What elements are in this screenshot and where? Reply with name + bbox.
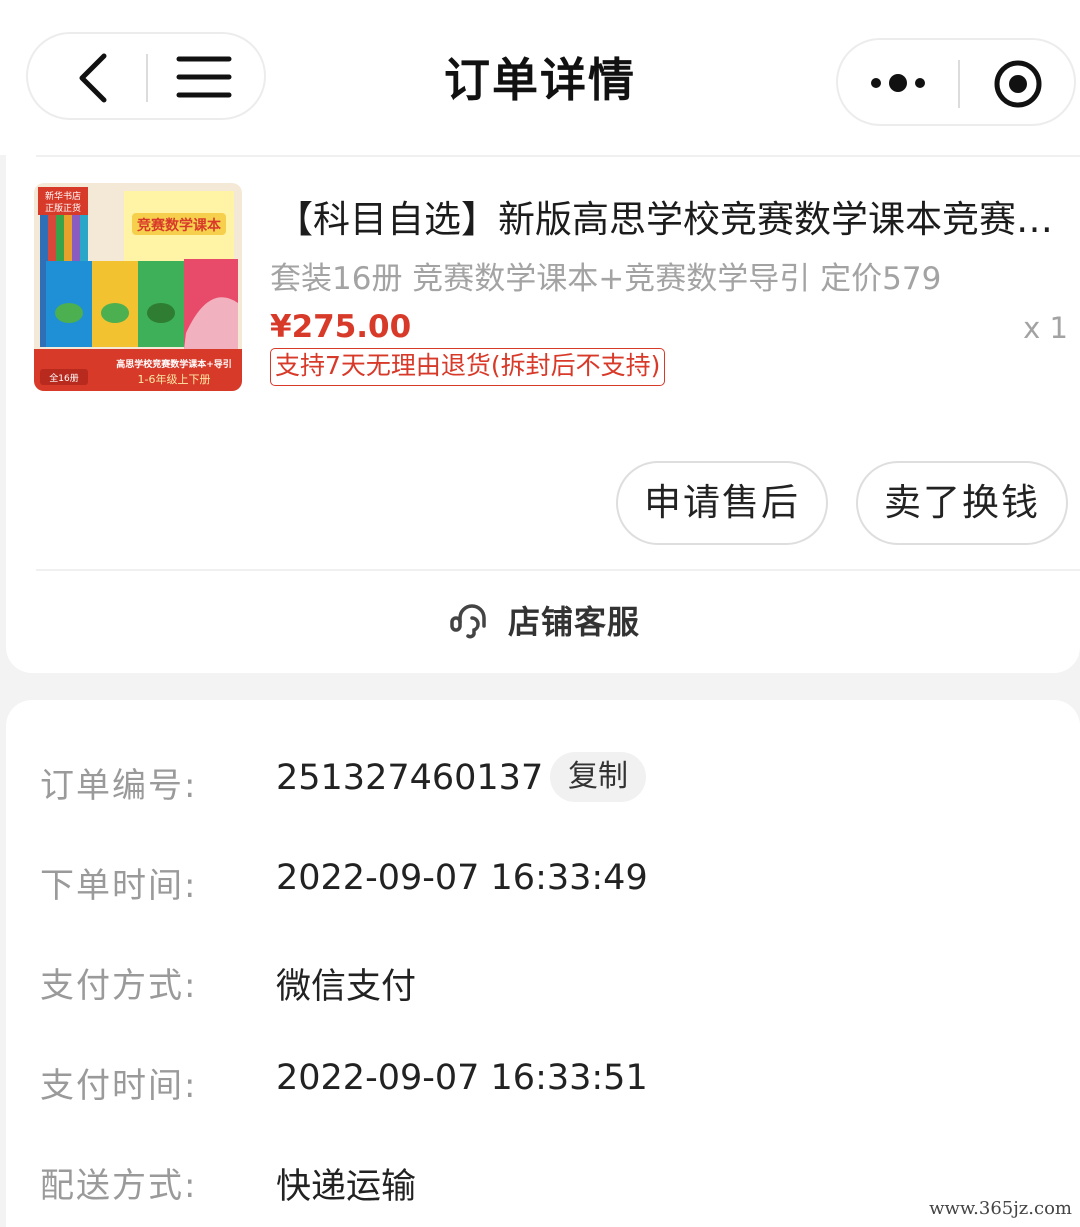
store-service-button[interactable]: 店铺客服: [6, 585, 1080, 655]
count-badge: 全16册: [49, 372, 78, 384]
sell-for-cash-button[interactable]: 卖了换钱: [856, 461, 1068, 545]
copy-button[interactable]: 复制: [550, 752, 646, 802]
capsule-divider: [958, 60, 960, 108]
header-divider: [36, 155, 1080, 157]
order-info-card: 订单编号: 251327460137 复制 下单时间: 2022-09-07 1…: [6, 700, 1080, 1227]
pay-method-label: 支付方式:: [40, 966, 198, 1006]
order-time-label: 下单时间:: [40, 866, 198, 906]
order-number-row: 订单编号: 251327460137 复制: [6, 752, 1080, 818]
order-number-label: 订单编号:: [40, 766, 198, 806]
delivery-value: 快递运输: [276, 1167, 417, 1207]
product-quantity: x 1: [1023, 311, 1068, 345]
store-badge-2: 正版正货: [45, 202, 81, 214]
product-card: 竞赛数学课本 新华书店 正版正货 全16册 高思学校竞赛数学课本+导引 1-6年…: [6, 155, 1080, 673]
store-badge-1: 新华书店: [45, 190, 81, 202]
delivery-label: 配送方式:: [40, 1166, 198, 1206]
order-detail-page: 订单详情 竞赛数学课本 新华书店 正版正货 全16册 高思学校竞赛数学课本+导引…: [0, 0, 1080, 1227]
watermark: www.365jz.com: [929, 1198, 1072, 1219]
cover-title: 竞赛数学课本: [137, 217, 222, 234]
pay-method-value: 微信支付: [276, 967, 417, 1007]
pay-time-row: 支付时间: 2022-09-07 16:33:51: [6, 1058, 1080, 1118]
close-target-icon[interactable]: [992, 58, 1044, 110]
book-set-image: 竞赛数学课本 新华书店 正版正货 全16册 高思学校竞赛数学课本+导引 1-6年…: [34, 183, 242, 391]
customer-service-icon: [450, 604, 486, 639]
actions-divider: [36, 569, 1080, 571]
nav-right-capsule: [836, 38, 1076, 126]
product-title[interactable]: 【科目自选】新版高思学校竞赛数学课本竞赛数学导引: [276, 189, 1066, 243]
product-price: ¥275.00: [270, 309, 412, 345]
product-thumbnail[interactable]: 竞赛数学课本 新华书店 正版正货 全16册 高思学校竞赛数学课本+导引 1-6年…: [34, 183, 242, 391]
store-service-label: 店铺客服: [507, 603, 640, 641]
return-policy-tag: 支持7天无理由退货(拆封后不支持): [270, 348, 666, 386]
pay-time-value: 2022-09-07 16:33:51: [276, 1058, 648, 1098]
thumb-line-2: 1-6年级上下册: [138, 372, 211, 386]
after-sale-button[interactable]: 申请售后: [616, 461, 828, 545]
more-dots-icon[interactable]: [870, 68, 926, 98]
pay-method-row: 支付方式: 微信支付: [6, 958, 1080, 1018]
order-time-value: 2022-09-07 16:33:49: [276, 858, 648, 898]
pay-time-label: 支付时间:: [40, 1066, 198, 1106]
nav-header: 订单详情: [0, 0, 1080, 155]
thumb-line-1: 高思学校竞赛数学课本+导引: [116, 358, 232, 370]
product-spec: 套装16册 竞赛数学课本+竞赛数学导引 定价579: [270, 261, 942, 297]
order-number-value: 251327460137: [276, 758, 544, 798]
order-time-row: 下单时间: 2022-09-07 16:33:49: [6, 858, 1080, 918]
delivery-row: 配送方式: 快递运输: [6, 1158, 1080, 1218]
